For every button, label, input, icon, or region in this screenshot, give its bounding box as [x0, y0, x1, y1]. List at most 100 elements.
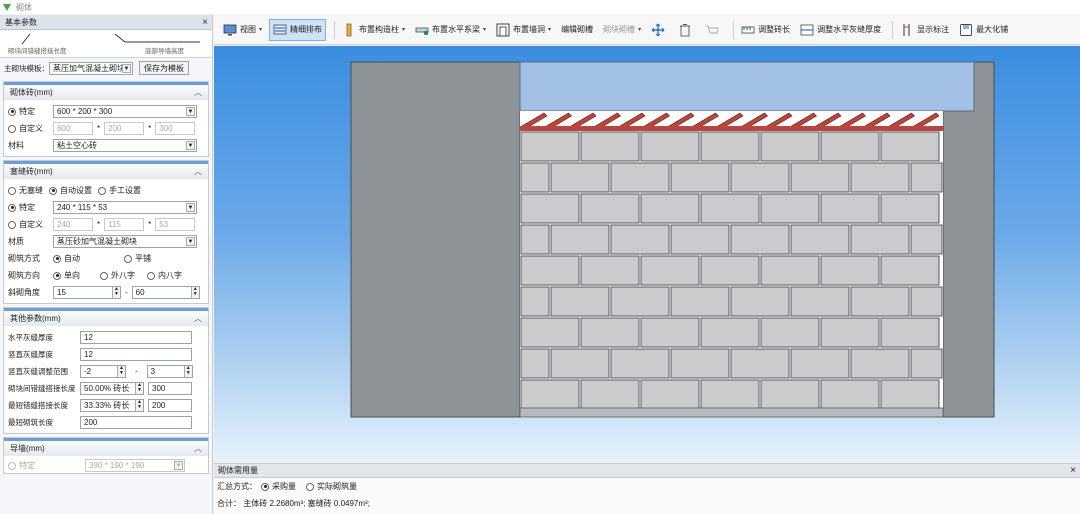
- build-flat-radio[interactable]: [124, 254, 132, 263]
- fill-width-input[interactable]: 115: [104, 218, 145, 231]
- collapse-icon[interactable]: ︿: [194, 313, 202, 324]
- brick[interactable]: [700, 131, 760, 162]
- brick[interactable]: [700, 317, 760, 348]
- brick[interactable]: [610, 286, 670, 317]
- brick-grid[interactable]: [520, 131, 943, 410]
- brick[interactable]: [880, 379, 940, 410]
- fill-auto-radio[interactable]: [49, 186, 57, 195]
- angle-to-stepper[interactable]: 60 ▲ ▼: [131, 286, 200, 299]
- brick[interactable]: [640, 255, 700, 286]
- brick[interactable]: [640, 193, 700, 224]
- save-template-button[interactable]: 保存为模板: [139, 61, 189, 75]
- v-adjust-to-stepper[interactable]: 3 ▲ ▼: [146, 365, 193, 378]
- brick[interactable]: [700, 255, 760, 286]
- template-select[interactable]: 蒸压加气混凝土砌块 ▼: [49, 61, 133, 75]
- other-section-header[interactable]: 其他参数(mm) ︿: [4, 308, 208, 326]
- brick[interactable]: [580, 131, 640, 162]
- move-button[interactable]: [648, 19, 671, 41]
- brick[interactable]: [730, 348, 790, 379]
- brick[interactable]: [910, 348, 943, 379]
- brick[interactable]: [880, 255, 940, 286]
- brick[interactable]: [910, 224, 943, 255]
- block-width-input[interactable]: 200: [104, 122, 145, 135]
- block-spec-radio[interactable]: [8, 107, 16, 116]
- guide-spec-select[interactable]: 390 * 190 * 190 ▼: [85, 459, 185, 472]
- purchase-radio[interactable]: [261, 482, 269, 491]
- brick[interactable]: [520, 224, 550, 255]
- brick[interactable]: [700, 193, 760, 224]
- brick[interactable]: [880, 317, 940, 348]
- brick[interactable]: [520, 162, 550, 193]
- fill-manual-radio[interactable]: [98, 186, 106, 195]
- brick[interactable]: [730, 286, 790, 317]
- spinner-icon[interactable]: ▲ ▼: [117, 366, 125, 377]
- fill-height-input[interactable]: 53: [155, 218, 196, 231]
- brick[interactable]: [520, 317, 580, 348]
- brick[interactable]: [550, 224, 610, 255]
- brick[interactable]: [820, 131, 880, 162]
- brick[interactable]: [580, 255, 640, 286]
- cart-button[interactable]: [702, 19, 725, 41]
- brick[interactable]: [820, 379, 880, 410]
- brick[interactable]: [550, 162, 610, 193]
- brick[interactable]: [640, 131, 700, 162]
- brick[interactable]: [820, 317, 880, 348]
- block-slot-button[interactable]: 砌块砌槽 ▾: [600, 19, 644, 41]
- brick[interactable]: [880, 193, 940, 224]
- right-wall[interactable]: [942, 61, 995, 418]
- spinner-icon[interactable]: ▲ ▼: [135, 383, 143, 394]
- brick[interactable]: [640, 379, 700, 410]
- delete-button[interactable]: [675, 19, 698, 41]
- brick[interactable]: [670, 224, 730, 255]
- min-overlap-value-input[interactable]: 200: [148, 399, 192, 412]
- brick[interactable]: [850, 224, 910, 255]
- block-custom-radio[interactable]: [8, 124, 16, 133]
- brick[interactable]: [610, 224, 670, 255]
- brick[interactable]: [700, 379, 760, 410]
- place-opening-button[interactable]: 布置墙洞 ▾: [493, 19, 554, 41]
- fill-custom-radio[interactable]: [8, 220, 16, 229]
- close-icon[interactable]: ×: [1070, 465, 1076, 476]
- fill-spec-radio[interactable]: [8, 203, 16, 212]
- v-adjust-from-stepper[interactable]: -2 ▲ ▼: [80, 365, 126, 378]
- direction-single-radio[interactable]: [53, 271, 61, 280]
- fill-material-select[interactable]: 蒸压砂加气混凝土砌块 ▼: [53, 235, 197, 248]
- brick[interactable]: [550, 348, 610, 379]
- spinner-icon[interactable]: ▲ ▼: [112, 287, 120, 298]
- brick[interactable]: [910, 162, 943, 193]
- brick[interactable]: [790, 348, 850, 379]
- brick[interactable]: [610, 348, 670, 379]
- angle-from-stepper[interactable]: 15 ▲ ▼: [53, 286, 121, 299]
- fill-none-radio[interactable]: [8, 186, 16, 195]
- place-column-button[interactable]: 布置构造柱 ▾: [339, 19, 408, 41]
- brick[interactable]: [910, 286, 943, 317]
- direction-outer-radio[interactable]: [100, 271, 108, 280]
- wall-canvas[interactable]: [214, 46, 1080, 462]
- block-height-input[interactable]: 300: [155, 122, 196, 135]
- build-auto-radio[interactable]: [53, 254, 61, 263]
- brick[interactable]: [760, 379, 820, 410]
- collapse-icon[interactable]: ︿: [194, 166, 202, 177]
- brick[interactable]: [820, 255, 880, 286]
- block-section-header[interactable]: 砌体砖(mm) ︿: [4, 82, 208, 100]
- top-beam[interactable]: [519, 61, 975, 112]
- adjust-joint-button[interactable]: 调整水平灰缝厚度: [797, 19, 884, 41]
- brick[interactable]: [580, 193, 640, 224]
- brick[interactable]: [520, 379, 580, 410]
- brick[interactable]: [670, 348, 730, 379]
- guide-spec-radio[interactable]: [8, 461, 16, 470]
- min-overlap-pct-stepper[interactable]: 33.33% 砖长 ▲ ▼: [80, 399, 144, 412]
- wall-elevation[interactable]: [214, 46, 1080, 462]
- min-brick-input[interactable]: 200: [80, 416, 192, 429]
- brick[interactable]: [820, 193, 880, 224]
- overlap-pct-stepper[interactable]: 50.00% 砖长 ▲ ▼: [80, 382, 144, 395]
- collapse-icon[interactable]: ︿: [194, 443, 202, 454]
- block-length-input[interactable]: 600: [53, 122, 93, 135]
- v-joint-input[interactable]: 12: [80, 348, 192, 361]
- brick[interactable]: [550, 286, 610, 317]
- brick[interactable]: [670, 286, 730, 317]
- maximize-layout-button[interactable]: 最大化铺: [956, 19, 1011, 41]
- brick[interactable]: [790, 224, 850, 255]
- fill-length-input[interactable]: 240: [53, 218, 93, 231]
- edit-slot-button[interactable]: 编辑砌槽: [558, 19, 596, 41]
